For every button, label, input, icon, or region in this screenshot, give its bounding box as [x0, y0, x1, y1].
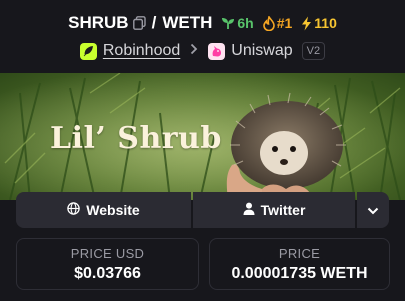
twitter-button[interactable]: Twitter [193, 192, 355, 228]
user-icon [243, 202, 255, 218]
chain-link[interactable]: Robinhood [103, 42, 180, 60]
price-usd-card: PRICE USD $0.03766 [16, 238, 199, 290]
price-native-label: PRICE [278, 245, 321, 261]
website-label: Website [86, 202, 140, 218]
unicorn-icon [208, 42, 226, 60]
pair-age: 6h [221, 15, 254, 31]
pair-separator: / [151, 13, 157, 32]
social-links: Website Twitter [16, 192, 389, 228]
twitter-label: Twitter [260, 202, 306, 218]
globe-icon [67, 202, 81, 218]
dex-link[interactable]: Uniswap [231, 42, 292, 60]
copy-icon[interactable] [132, 16, 146, 30]
price-usd-value: $0.03766 [74, 264, 141, 282]
trending-rank: #1 [262, 15, 293, 31]
flame-icon [262, 15, 275, 31]
seedling-icon [221, 16, 235, 30]
base-symbol: SHRUB [68, 13, 129, 32]
quote-symbol: WETH [162, 13, 213, 32]
lightning-icon [301, 16, 312, 31]
banner-title: Lil’ Shrub [50, 121, 222, 156]
more-links-button[interactable] [357, 192, 389, 228]
trending-rank-value: #1 [276, 15, 293, 31]
website-button[interactable]: Website [16, 192, 191, 228]
price-native-value: 0.00001735 WETH [231, 264, 368, 282]
token-pair-panel: SHRUB / WETH 6h #1 110 Robinhood Uniswap… [0, 0, 405, 301]
boost-count-value: 110 [314, 15, 337, 31]
chain-dex-row: Robinhood Uniswap V2 [0, 38, 405, 64]
chevron-right-icon [190, 42, 198, 60]
price-native-card: PRICE 0.00001735 WETH [209, 238, 390, 290]
dex-version-badge: V2 [301, 42, 326, 60]
chevron-down-icon [367, 202, 379, 218]
boost-count: 110 [301, 15, 337, 31]
price-usd-label: PRICE USD [70, 245, 145, 261]
token-banner: Lil’ Shrub [0, 73, 405, 200]
feather-icon [79, 42, 97, 60]
pair-age-value: 6h [237, 15, 254, 31]
pair-header: SHRUB / WETH 6h #1 110 [0, 9, 405, 37]
